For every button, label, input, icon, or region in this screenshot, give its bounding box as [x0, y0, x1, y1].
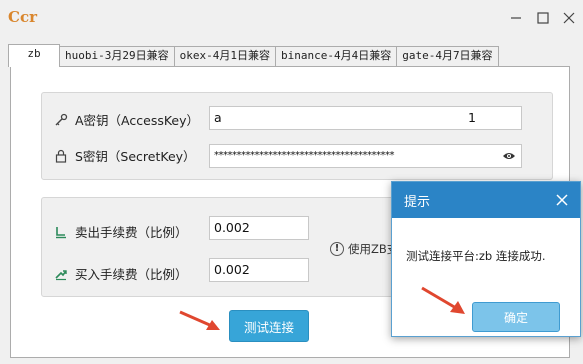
buy-fee-label: 买入手续费（比例） — [75, 267, 188, 282]
close-icon[interactable] — [556, 6, 582, 30]
key-icon — [54, 113, 68, 127]
buy-icon — [54, 267, 68, 281]
access-key-label: A密钥（AccessKey） — [75, 113, 200, 128]
minimize-icon[interactable] — [503, 6, 529, 30]
test-connection-button[interactable]: 测试连接 — [229, 310, 309, 342]
sell-fee-input[interactable]: 0.002 — [209, 216, 309, 240]
arrow-annotation-test — [179, 310, 220, 330]
api-keys-group: A密钥（AccessKey） a 1 S密钥（SecretKey） ******… — [41, 92, 553, 180]
app-logo: Ccr — [8, 8, 37, 26]
fee-hint: ! 使用ZB支 — [330, 241, 398, 257]
buy-fee-input[interactable]: 0.002 — [209, 258, 309, 282]
secret-key-label: S密钥（SecretKey） — [75, 149, 196, 164]
dialog-header: 提示 — [392, 182, 580, 218]
eye-icon[interactable] — [502, 149, 516, 172]
sell-fee-label: 卖出手续费（比例） — [75, 225, 188, 240]
lock-icon — [54, 149, 68, 163]
ok-button[interactable]: 确定 — [472, 302, 560, 332]
access-key-row: A密钥（AccessKey） — [54, 110, 199, 129]
secret-key-value: **************************************** — [214, 150, 395, 161]
access-key-input[interactable]: a 1 — [209, 106, 522, 130]
dialog-message: 测试连接平台:zb 连接成功. — [406, 249, 546, 263]
tab-okex[interactable]: okex-4月1日兼容 — [173, 46, 276, 66]
dialog-close-icon[interactable] — [554, 192, 570, 208]
tab-huobi[interactable]: huobi-3月29日兼容 — [59, 46, 175, 66]
tab-gate[interactable]: gate-4月7日兼容 — [396, 46, 499, 66]
sell-icon — [54, 225, 68, 239]
buy-fee-row: 买入手续费（比例） — [54, 264, 188, 283]
exchange-tabs: zb huobi-3月29日兼容 okex-4月1日兼容 binance-4月4… — [8, 44, 499, 67]
secret-key-input[interactable]: **************************************** — [209, 144, 522, 168]
title-bar: Ccr — [0, 0, 583, 36]
dialog-title: 提示 — [404, 194, 431, 210]
sell-fee-row: 卖出手续费（比例） — [54, 222, 188, 241]
tab-binance[interactable]: binance-4月4日兼容 — [274, 46, 398, 66]
info-icon: ! — [330, 242, 344, 256]
secret-key-row: S密钥（SecretKey） — [54, 146, 196, 165]
maximize-icon[interactable] — [530, 6, 556, 30]
arrow-annotation-ok — [421, 286, 465, 314]
tab-zb[interactable]: zb — [8, 44, 60, 67]
